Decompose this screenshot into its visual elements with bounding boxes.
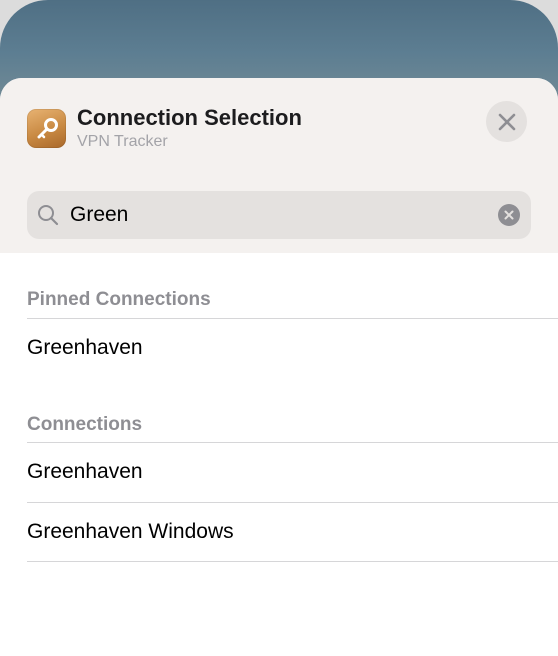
connection-row[interactable]: Greenhaven [0,443,558,501]
sheet-header: Connection Selection VPN Tracker [0,78,558,253]
pinned-connections-header: Pinned Connections [27,289,211,310]
clear-icon [504,210,514,220]
connection-label: Greenhaven Windows [27,520,234,543]
sheet-subtitle: VPN Tracker [77,133,168,150]
connections-header: Connections [27,414,143,435]
connection-selection-sheet: Connection Selection VPN Tracker Green P… [0,78,558,656]
connection-label: Greenhaven [27,336,143,359]
close-icon [498,113,515,130]
divider [27,561,558,562]
close-button[interactable] [486,101,527,142]
clear-search-button[interactable] [498,204,520,226]
search-icon [38,205,59,226]
sheet-title: Connection Selection [77,105,302,130]
search-input[interactable] [70,191,490,239]
key-icon [27,109,66,148]
screen: Connection Selection VPN Tracker Green P… [0,0,558,656]
connection-row[interactable]: Greenhaven Windows [0,503,558,561]
pinned-connection-row[interactable]: Greenhaven [0,319,558,377]
connection-label: Greenhaven [27,460,143,483]
search-field[interactable] [27,191,531,239]
